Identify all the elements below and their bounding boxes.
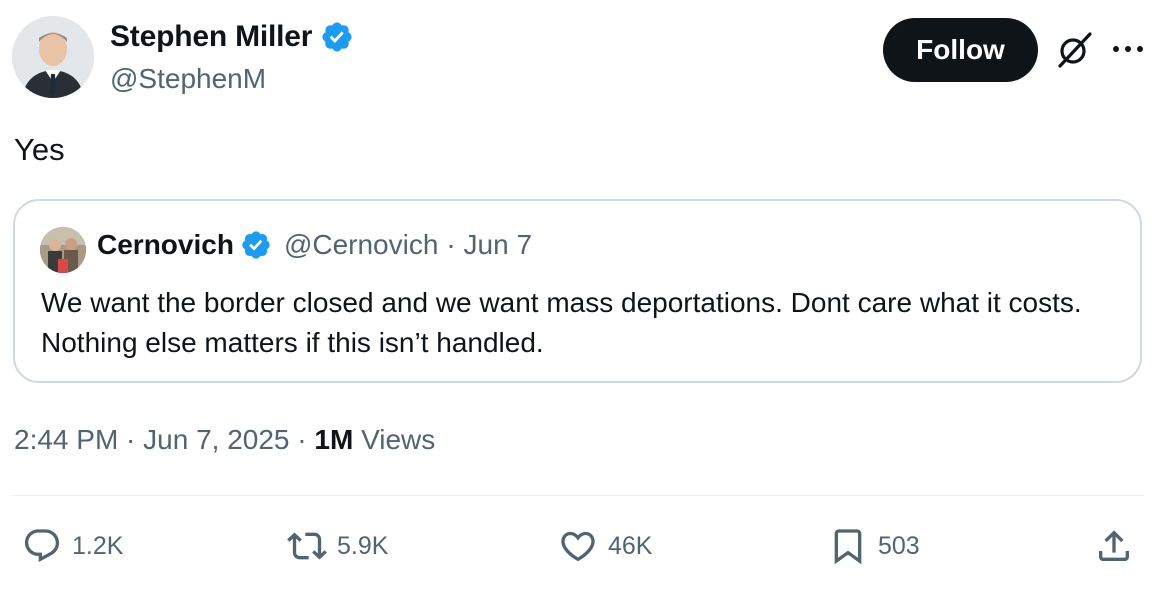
- quoted-header: Cernovich @Cernovich · Jun 7: [97, 229, 532, 261]
- repost-icon: [287, 532, 327, 560]
- share-button[interactable]: [1094, 522, 1134, 570]
- views-count: 1M: [314, 424, 354, 455]
- verified-badge-icon: [322, 22, 352, 52]
- verified-badge-icon: [242, 231, 270, 259]
- author-name-row: Stephen Miller: [110, 18, 354, 56]
- tweet-meta: 2:44 PM · Jun 7, 2025 · 1M Views: [14, 420, 435, 460]
- reply-icon: [24, 529, 60, 563]
- quoted-author-handle[interactable]: @Cernovich: [284, 229, 438, 261]
- repost-count: 5.9K: [337, 531, 389, 560]
- bookmark-icon: [834, 529, 862, 565]
- tweet-text: Yes: [14, 132, 65, 167]
- reply-count: 1.2K: [72, 531, 124, 560]
- more-icon[interactable]: [1110, 34, 1146, 64]
- quoted-tweet-text: We want the border closed and we want ma…: [41, 287, 1082, 358]
- repost-button[interactable]: 5.9K: [287, 522, 388, 570]
- share-icon: [1099, 530, 1129, 561]
- divider: [12, 495, 1144, 496]
- quoted-author-name[interactable]: Cernovich: [97, 229, 234, 261]
- views-label: Views: [353, 424, 436, 455]
- author-avatar[interactable]: [12, 16, 94, 98]
- bookmark-button[interactable]: 503: [828, 522, 920, 570]
- quoted-date: · Jun 7: [446, 229, 533, 260]
- quoted-tweet[interactable]: Cernovich @Cernovich · Jun 7 We want the…: [13, 199, 1142, 383]
- bookmark-count: 503: [878, 531, 920, 560]
- author-name[interactable]: Stephen Miller: [110, 18, 312, 56]
- like-count: 46K: [608, 531, 653, 560]
- grok-icon[interactable]: [1052, 28, 1096, 72]
- like-icon: [561, 531, 595, 562]
- like-button[interactable]: 46K: [558, 522, 652, 570]
- quoted-avatar[interactable]: [40, 227, 86, 273]
- follow-button[interactable]: Follow: [883, 18, 1038, 82]
- tweet-timestamp[interactable]: 2:44 PM · Jun 7, 2025 ·: [14, 424, 314, 455]
- author-handle[interactable]: @StephenM: [110, 62, 266, 96]
- reply-button[interactable]: 1.2K: [22, 522, 123, 570]
